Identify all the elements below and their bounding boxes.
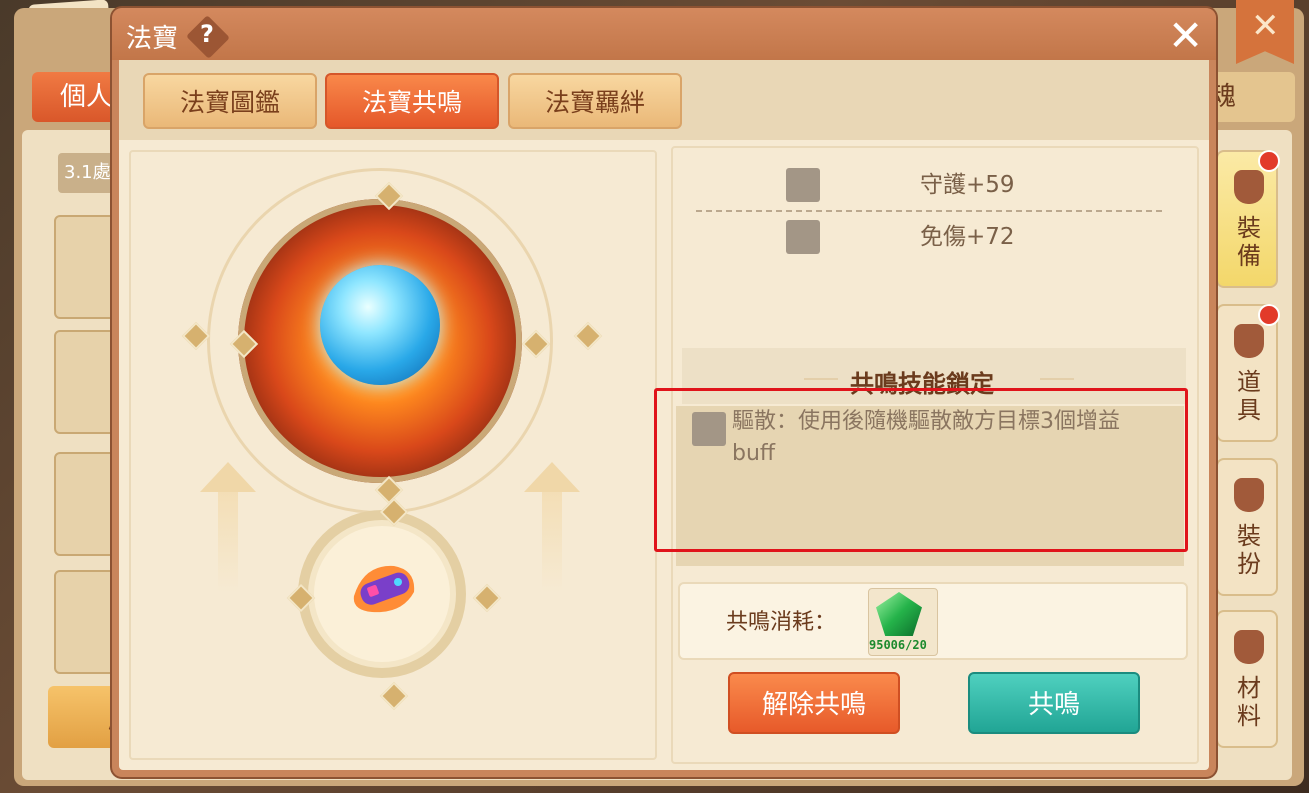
stat-text: 守護+59	[920, 172, 1015, 198]
tab-artifact-catalog[interactable]: 法寶圖鑑	[143, 73, 317, 129]
upgrade-arrow-icon	[200, 462, 256, 592]
release-resonance-button[interactable]: 解除共鳴	[728, 672, 900, 734]
help-icon[interactable]: ?	[200, 20, 214, 48]
tab-strip: 法寶圖鑑 法寶共鳴 法寶羈絆	[119, 60, 1209, 140]
side-item-equipment[interactable]: 裝備	[1216, 150, 1280, 288]
close-button[interactable]: ✕	[1168, 14, 1203, 58]
side-item-materials[interactable]: 材料	[1216, 610, 1278, 748]
stat-text: 免傷+72	[920, 224, 1015, 250]
dialog-title: 法寶	[126, 24, 179, 54]
water-orb-icon[interactable]	[320, 265, 440, 385]
cost-item-count: 95006/20	[869, 638, 927, 652]
stat-checkbox[interactable]	[786, 220, 820, 254]
side-item-label: 裝備	[1237, 214, 1261, 270]
tab-artifact-bond[interactable]: 法寶羈絆	[508, 73, 682, 129]
costume-icon	[1234, 478, 1264, 512]
side-item-items[interactable]: 道具	[1216, 304, 1280, 442]
ornament-diamond-icon	[804, 378, 838, 380]
material-icon	[1234, 630, 1264, 664]
side-item-label: 道具	[1237, 368, 1261, 424]
stat-row: 守護+59	[680, 168, 1160, 208]
divider	[696, 210, 1162, 212]
stat-row: 免傷+72	[680, 220, 1160, 260]
chest-icon	[1234, 324, 1264, 358]
cost-label: 共鳴消耗：	[726, 610, 837, 635]
side-item-label: 裝扮	[1237, 522, 1261, 578]
side-item-label: 材料	[1237, 674, 1261, 730]
tab-artifact-resonance[interactable]: 法寶共鳴	[325, 73, 499, 129]
stat-checkbox[interactable]	[786, 168, 820, 202]
notification-badge	[1258, 150, 1280, 172]
armor-icon	[1234, 170, 1264, 204]
notification-badge	[1258, 304, 1280, 326]
gamepad-artifact-icon[interactable]	[344, 556, 424, 620]
highlight-outline	[654, 388, 1188, 552]
upgrade-arrow-icon	[524, 462, 580, 592]
dialog-title-bar	[112, 8, 1216, 60]
resonate-button[interactable]: 共鳴	[968, 672, 1140, 734]
side-item-costume[interactable]: 裝扮	[1216, 458, 1278, 596]
ornament-diamond-icon	[1040, 378, 1074, 380]
close-icon: ✕	[1251, 6, 1280, 46]
